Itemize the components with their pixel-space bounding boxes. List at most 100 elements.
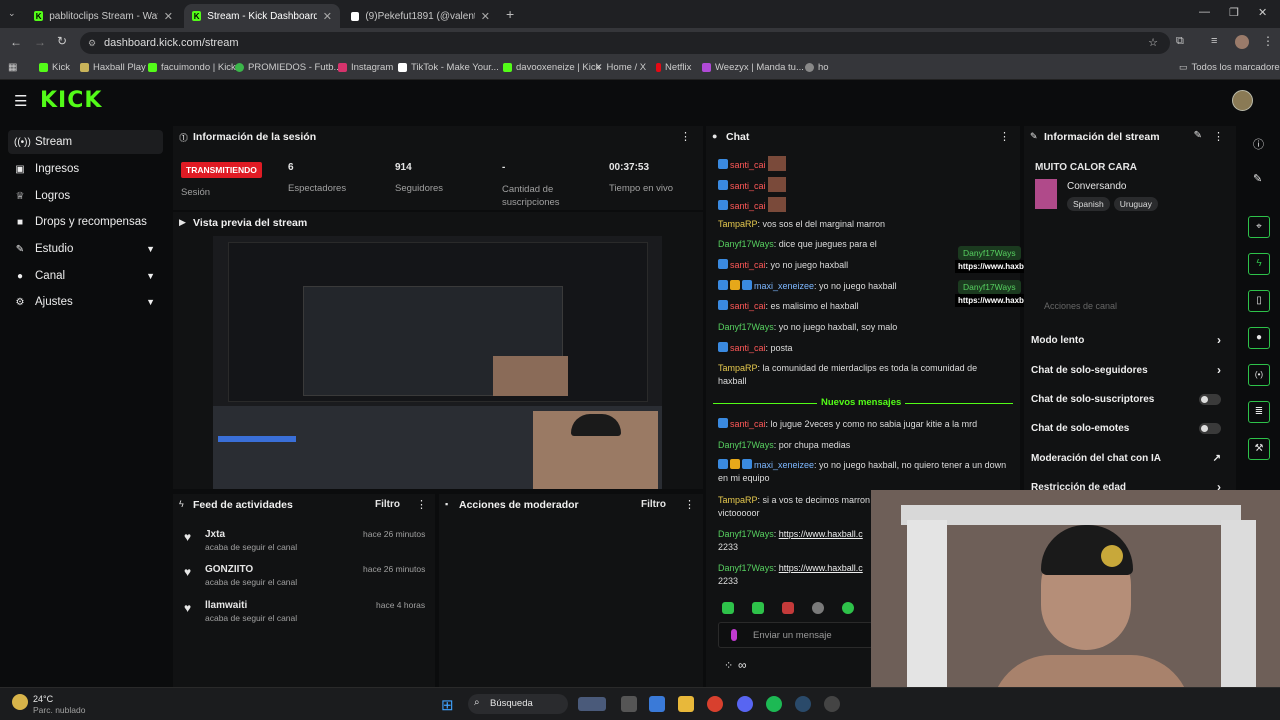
address-bar[interactable]: ⚙ dashboard.kick.com/stream ☆ <box>80 32 1170 54</box>
widgets-icon[interactable] <box>578 697 606 711</box>
filter-button[interactable]: Filtro <box>375 499 400 510</box>
chat-username[interactable]: maxi_xeneizee <box>754 460 814 470</box>
emote-shortcut-icon[interactable] <box>752 602 764 614</box>
panel-menu-icon[interactable]: ⋮ <box>999 130 1010 143</box>
discord-icon[interactable] <box>737 696 753 712</box>
wrench-icon[interactable]: ⚒ <box>1248 438 1270 460</box>
sidebar-item-ajustes[interactable]: ⚙ Ajustes ▼ <box>8 290 163 314</box>
close-tab-icon[interactable]: ✕ <box>481 10 490 23</box>
broadcast-icon[interactable]: (•) <box>1248 364 1270 386</box>
back-icon[interactable]: ← <box>10 35 22 49</box>
bookmark-star-icon[interactable]: ☆ <box>1148 32 1158 54</box>
emote-shortcut-icon[interactable] <box>722 602 734 614</box>
profile-avatar[interactable] <box>1235 35 1249 49</box>
obs-icon[interactable] <box>824 696 840 712</box>
chat-username[interactable]: Danyf17Ways <box>718 239 774 249</box>
bookmark-ho[interactable]: ho <box>805 62 829 73</box>
sidebar-item-logros[interactable]: ♕ Logros <box>8 184 163 208</box>
edit-icon[interactable]: ✎ <box>1253 172 1262 185</box>
bookmark-haxball[interactable]: Haxball Play <box>80 62 146 73</box>
chat-username[interactable]: santi_cai <box>730 301 766 311</box>
toggle-switch[interactable] <box>1199 422 1221 434</box>
minimize-icon[interactable]: — <box>1199 6 1210 18</box>
chat-icon[interactable]: ● <box>1248 327 1270 349</box>
sidebar-item-stream[interactable]: ((•)) Stream <box>8 130 163 154</box>
emote-picker-icon[interactable]: ⁘ <box>724 659 733 672</box>
chat-username[interactable]: Danyf17Ways <box>718 322 774 332</box>
bookmark-tiktok[interactable]: TikTok - Make Your... <box>398 62 499 73</box>
browser-tab-1[interactable]: K pablitoclips Stream - Watch Li... ✕ <box>26 4 181 28</box>
kick-logo[interactable]: KICK <box>40 88 102 113</box>
weather-icon[interactable] <box>12 694 28 710</box>
panel-menu-icon[interactable]: ⋮ <box>1213 130 1224 143</box>
sidebar-item-canal[interactable]: ● Canal ▼ <box>8 264 163 288</box>
bookmark-facuimondo[interactable]: facuimondo | Kick <box>148 62 236 73</box>
target-icon[interactable]: ⌖ <box>1248 216 1270 238</box>
bookmark-davooxeneize[interactable]: davooxeneize | Kick <box>503 62 600 73</box>
chat-username[interactable]: TampaRP <box>718 495 758 505</box>
bookmark-weezyx[interactable]: Weezyx | Manda tu... <box>702 62 804 73</box>
chat-username[interactable]: Danyf17Ways <box>718 563 774 573</box>
panel-menu-icon[interactable]: ⋮ <box>416 498 427 511</box>
chat-username[interactable]: santi_cai <box>730 181 766 191</box>
chat-input[interactable]: Enviar un mensaje <box>718 622 873 648</box>
bookmark-netflix[interactable]: Netflix <box>656 62 691 73</box>
steam-icon[interactable] <box>795 696 811 712</box>
edit-icon[interactable]: ✎ <box>1194 130 1202 141</box>
spotify-icon[interactable] <box>766 696 782 712</box>
panel-menu-icon[interactable]: ⋮ <box>684 498 695 511</box>
emote-shortcut-icon[interactable] <box>782 602 794 614</box>
apps-grid-icon[interactable]: ▦ <box>8 62 17 73</box>
chat-username[interactable]: santi_cai <box>730 260 766 270</box>
file-explorer-icon[interactable] <box>678 696 694 712</box>
tag[interactable]: Uruguay <box>1113 197 1158 211</box>
popup-username[interactable]: Danyf17Ways <box>958 246 1021 260</box>
tab-search-chevron-icon[interactable]: ⌄ <box>8 8 16 19</box>
tag[interactable]: Spanish <box>1067 197 1110 211</box>
sidebar-item-ingresos[interactable]: ▣ Ingresos <box>8 157 163 181</box>
infinity-icon[interactable]: ∞ <box>738 658 747 672</box>
chat-username[interactable]: santi_cai <box>730 343 766 353</box>
sidebar-item-drops[interactable]: ■ Drops y recompensas <box>8 210 163 234</box>
site-info-icon[interactable]: ⚙ <box>88 32 96 54</box>
toggle-switch[interactable] <box>1199 393 1221 405</box>
sidebar-item-estudio[interactable]: ✎ Estudio ▼ <box>8 237 163 261</box>
setting-ai-moderation[interactable]: Moderación del chat con IA ↗ <box>1031 449 1231 467</box>
close-window-icon[interactable]: ✕ <box>1258 6 1267 19</box>
forward-icon[interactable]: → <box>34 35 46 49</box>
new-tab-icon[interactable]: + <box>506 6 514 22</box>
popup-username[interactable]: Danyf17Ways <box>958 280 1021 294</box>
taskbar-search[interactable]: ⌕ Búsqueda <box>468 694 568 714</box>
browser-menu-icon[interactable]: ⋮ <box>1262 34 1274 48</box>
setting-emotes-only[interactable]: Chat de solo-emotes <box>1031 419 1231 437</box>
hamburger-menu-icon[interactable]: ☰ <box>14 92 27 110</box>
bookmark-x[interactable]: ✕ Home / X <box>595 62 646 73</box>
list-icon[interactable]: ≣ <box>1248 401 1270 423</box>
windows-start-icon[interactable]: ⊞ <box>441 696 454 714</box>
reading-list-icon[interactable]: ≡ <box>1211 35 1217 47</box>
feed-user[interactable]: llamwaiti <box>205 600 247 611</box>
chat-username[interactable]: maxi_xeneizee <box>754 281 814 291</box>
setting-subscribers-only[interactable]: Chat de solo-suscriptores <box>1031 390 1231 408</box>
browser-tab-2[interactable]: K Stream - Kick Dashboard ✕ <box>184 4 340 28</box>
user-avatar[interactable] <box>1232 90 1253 111</box>
panel-menu-icon[interactable]: ⋮ <box>680 130 691 143</box>
bookmark-instagram[interactable]: Instagram <box>338 62 393 73</box>
emote-shortcut-icon[interactable] <box>812 602 824 614</box>
feed-user[interactable]: Jxta <box>205 529 225 540</box>
close-tab-icon[interactable]: ✕ <box>164 10 173 23</box>
bookmark-promiedos[interactable]: PROMIEDOS - Futb... <box>235 62 341 73</box>
chrome-icon[interactable] <box>707 696 723 712</box>
stream-preview-video[interactable] <box>213 236 662 489</box>
chat-username[interactable]: TampaRP <box>718 219 758 229</box>
close-tab-icon[interactable]: ✕ <box>323 10 332 23</box>
chat-username[interactable]: Danyf17Ways <box>718 440 774 450</box>
chat-username[interactable]: santi_cai <box>730 201 766 211</box>
maximize-icon[interactable]: ❐ <box>1229 6 1239 19</box>
microphone-icon[interactable] <box>731 629 737 641</box>
chat-username[interactable]: Danyf17Ways <box>718 529 774 539</box>
reload-icon[interactable]: ↻ <box>57 34 67 48</box>
shield-icon[interactable]: ▯ <box>1248 290 1270 312</box>
info-icon[interactable]: ⓘ <box>1253 136 1264 152</box>
bookmark-kick[interactable]: Kick <box>39 62 70 73</box>
